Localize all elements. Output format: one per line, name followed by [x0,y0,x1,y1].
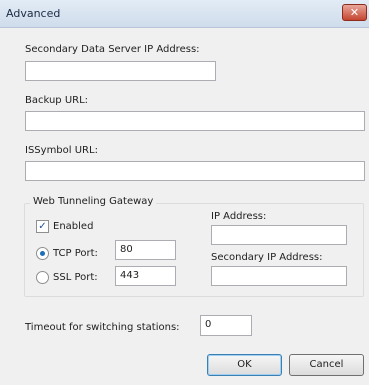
tcp-port-label[interactable]: TCP Port: [53,248,98,259]
ok-button[interactable]: OK [207,354,282,376]
tcp-port-input[interactable]: 80 [115,240,176,260]
ip-address-input[interactable] [211,225,347,245]
secondary-server-input[interactable] [25,61,216,81]
backup-url-input[interactable] [25,111,365,131]
secondary-server-label: Secondary Data Server IP Address: [25,44,200,55]
tcp-port-radio[interactable] [36,247,49,260]
enabled-label[interactable]: Enabled [53,221,93,232]
secondary-ip-label: Secondary IP Address: [211,252,323,263]
cancel-button[interactable]: Cancel [289,354,364,376]
ssl-port-input[interactable]: 443 [115,266,176,286]
issymbol-url-input[interactable] [25,161,365,181]
checkmark-icon: ✓ [38,221,47,232]
backup-url-label: Backup URL: [25,95,89,106]
ip-address-label: IP Address: [211,211,267,222]
title-bar: Advanced ✕ [0,0,369,28]
ssl-port-radio[interactable] [36,271,49,284]
timeout-input[interactable]: 0 [200,315,252,336]
timeout-label: Timeout for switching stations: [25,322,180,333]
ssl-port-label[interactable]: SSL Port: [53,272,98,283]
close-button[interactable]: ✕ [342,4,367,21]
issymbol-url-label: ISSymbol URL: [25,145,98,156]
web-tunneling-group-title: Web Tunneling Gateway [30,196,157,207]
window-title: Advanced [6,7,61,20]
secondary-ip-input[interactable] [211,266,347,286]
enabled-checkbox[interactable]: ✓ [36,220,49,233]
close-icon: ✕ [349,6,360,19]
